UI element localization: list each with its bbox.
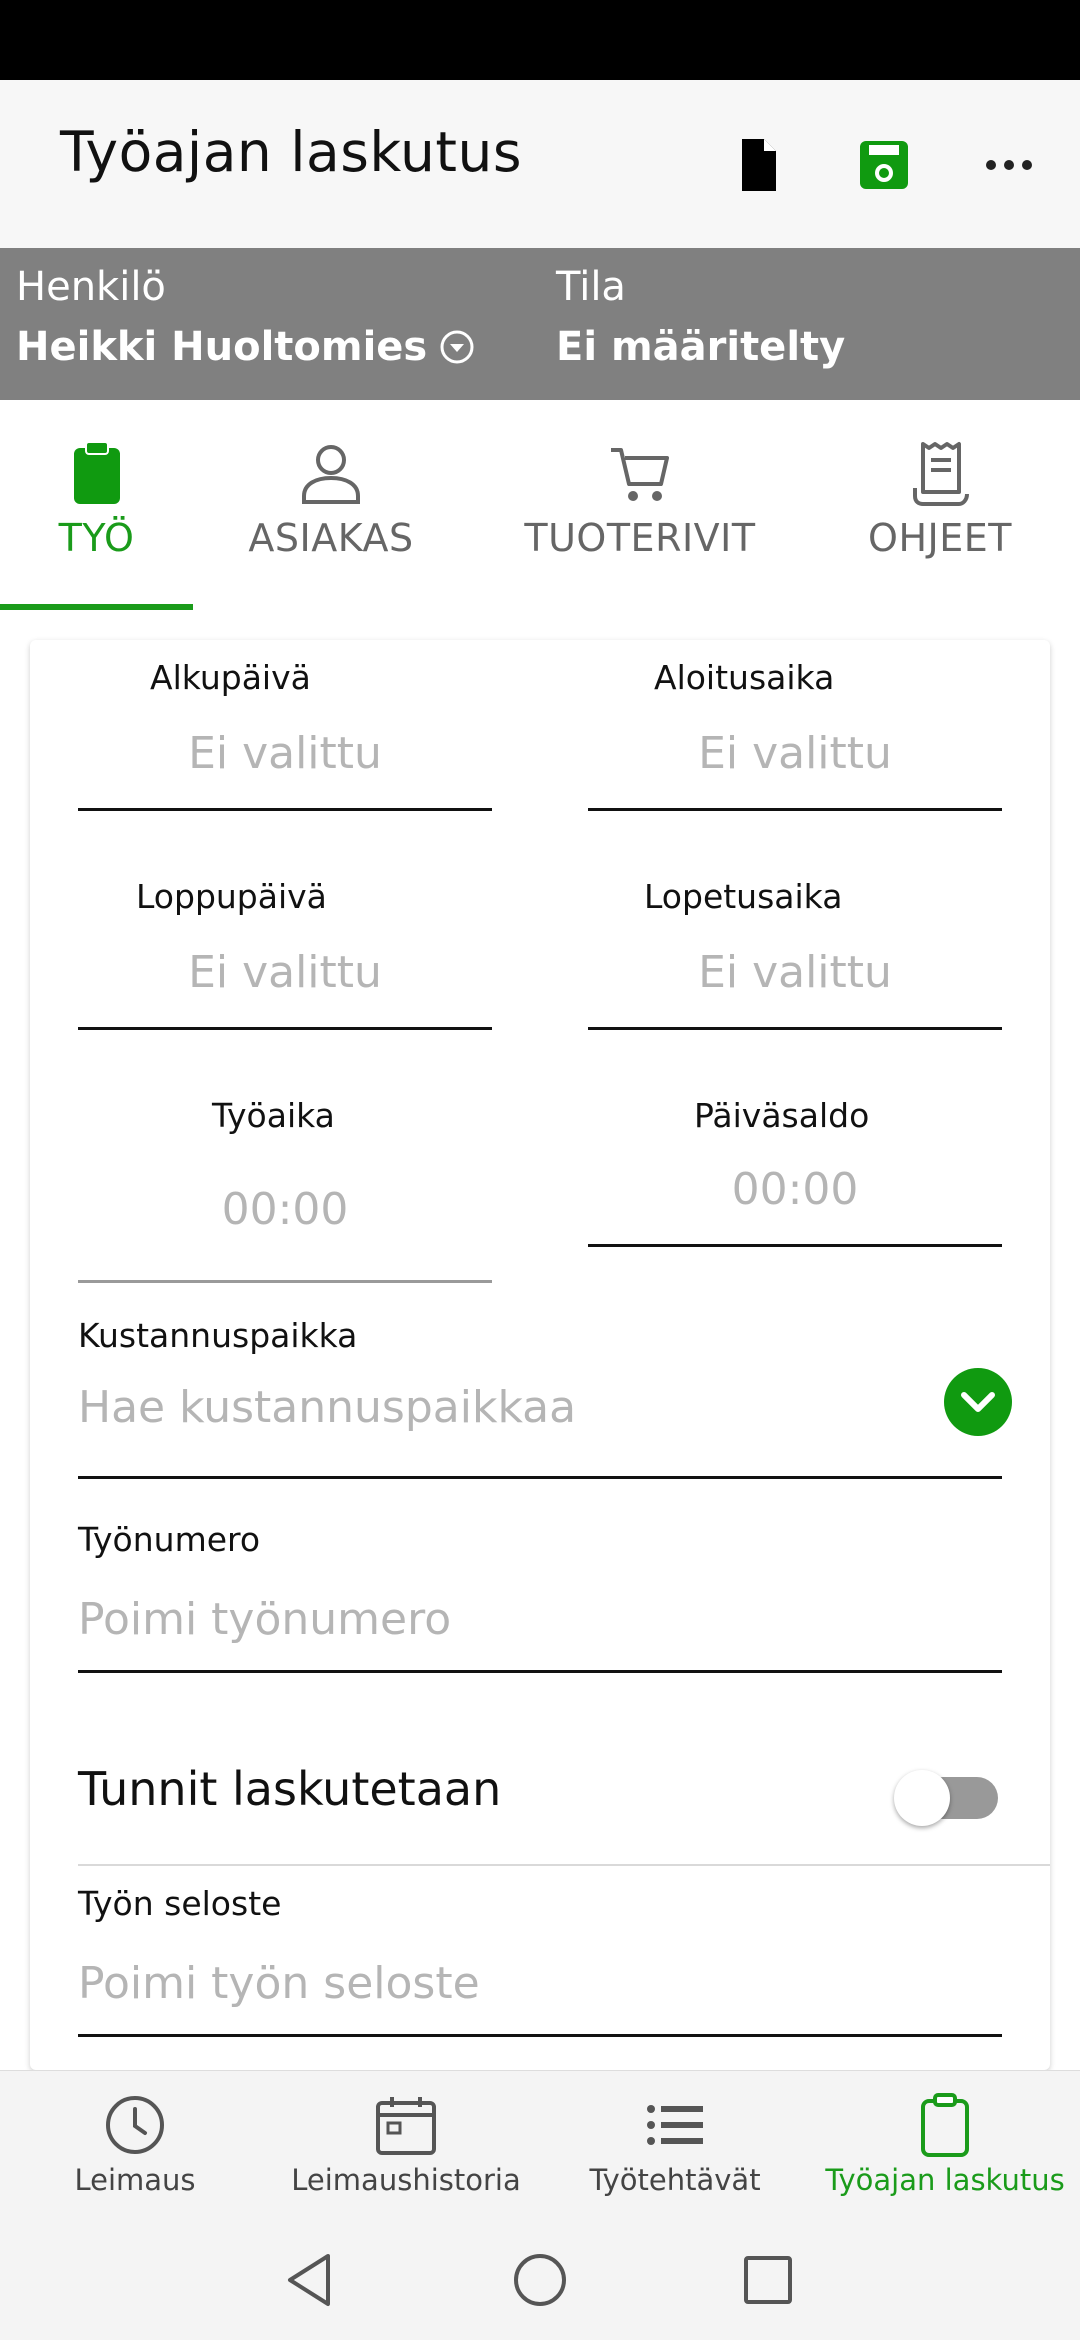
work-time-value: 00:00 bbox=[221, 1184, 349, 1235]
nav-leimaus[interactable]: Leimaus bbox=[60, 2071, 210, 2221]
day-balance-value: 00:00 bbox=[731, 1164, 859, 1215]
work-time-underline bbox=[78, 1280, 492, 1283]
end-date-label: Loppupäivä bbox=[136, 877, 327, 916]
description-underline bbox=[78, 2034, 1002, 2037]
list-icon bbox=[647, 2105, 703, 2145]
tab-label: TUOTERIVIT bbox=[524, 516, 756, 560]
cost-center-underline bbox=[78, 1476, 1002, 1479]
chevron-down-icon bbox=[440, 330, 474, 364]
person-icon bbox=[302, 445, 360, 504]
end-time-label: Lopetusaika bbox=[644, 877, 843, 916]
cost-center-label: Kustannuspaikka bbox=[78, 1316, 358, 1355]
tab-bar: TYÖ ASIAKAS TUOTERIVIT OHJEET bbox=[0, 400, 1080, 610]
work-number-label: Työnumero bbox=[78, 1520, 261, 1559]
tab-label: ASIAKAS bbox=[248, 516, 414, 560]
state-label: Tila bbox=[556, 264, 626, 310]
end-date-field[interactable]: Ei valittu bbox=[78, 947, 492, 998]
tab-tuoterivit[interactable]: TUOTERIVIT bbox=[520, 400, 760, 610]
status-bar bbox=[0, 0, 1080, 80]
work-number-input[interactable]: Poimi työnumero bbox=[78, 1594, 451, 1645]
start-date-field[interactable]: Ei valittu bbox=[78, 728, 492, 779]
billable-label: Tunnit laskutetaan bbox=[78, 1762, 502, 1816]
end-time-field[interactable]: Ei valittu bbox=[588, 947, 1002, 998]
person-label: Henkilö bbox=[16, 264, 166, 310]
back-icon[interactable] bbox=[278, 2248, 342, 2312]
more-icon[interactable] bbox=[979, 135, 1039, 195]
toggle-knob bbox=[894, 1770, 950, 1826]
nav-label: Leimaus bbox=[74, 2163, 196, 2197]
cart-icon bbox=[611, 448, 669, 501]
start-date-label: Alkupäivä bbox=[150, 658, 311, 697]
form-card: Alkupäivä Ei valittu Aloitusaika Ei vali… bbox=[30, 640, 1050, 2070]
tab-indicator bbox=[0, 604, 193, 610]
work-number-underline bbox=[78, 1670, 1002, 1673]
description-input[interactable]: Poimi työn seloste bbox=[78, 1958, 480, 2009]
cost-center-input[interactable]: Hae kustannuspaikkaa bbox=[78, 1382, 576, 1433]
page-title: Työajan laskutus bbox=[60, 120, 522, 184]
work-time-label: Työaika bbox=[212, 1096, 335, 1135]
receipt-icon bbox=[913, 442, 969, 506]
info-band: Henkilö Heikki Huoltomies Tila Ei määrit… bbox=[0, 248, 1080, 400]
system-nav-bar bbox=[0, 2220, 1080, 2340]
nav-leimaushistoria[interactable]: Leimaushistoria bbox=[291, 2071, 521, 2221]
bottom-nav: Leimaus Leimaushistoria Työtehtävät Työa… bbox=[0, 2070, 1080, 2220]
nav-label: Leimaushistoria bbox=[291, 2163, 521, 2197]
calendar-icon bbox=[376, 2097, 436, 2155]
end-time-underline bbox=[588, 1027, 1002, 1030]
document-icon[interactable] bbox=[728, 135, 788, 195]
nav-tyoajan-laskutus[interactable]: Työajan laskutus bbox=[825, 2071, 1065, 2221]
clipboard-icon bbox=[921, 2093, 969, 2157]
description-label: Työn seloste bbox=[78, 1884, 282, 1923]
cost-center-dropdown-button[interactable] bbox=[944, 1368, 1012, 1436]
clock-icon bbox=[106, 2096, 164, 2154]
tab-label: TYÖ bbox=[58, 516, 135, 560]
state-value: Ei määritelty bbox=[556, 324, 846, 370]
nav-label: Työajan laskutus bbox=[825, 2163, 1065, 2197]
person-selector[interactable]: Henkilö Heikki Huoltomies bbox=[16, 264, 475, 370]
day-balance-underline bbox=[588, 1244, 1002, 1247]
start-date-underline bbox=[78, 808, 492, 811]
start-time-label: Aloitusaika bbox=[654, 658, 835, 697]
chevron-down-icon bbox=[961, 1392, 995, 1412]
tab-ohjeet[interactable]: OHJEET bbox=[858, 400, 1022, 610]
home-icon[interactable] bbox=[508, 2248, 572, 2312]
state-info: Tila Ei määritelty bbox=[556, 264, 845, 370]
tab-label: OHJEET bbox=[868, 516, 1012, 560]
billable-toggle[interactable] bbox=[894, 1768, 1004, 1828]
clipboard-icon bbox=[73, 441, 120, 504]
day-balance-label: Päiväsaldo bbox=[694, 1096, 870, 1135]
recents-icon[interactable] bbox=[736, 2248, 800, 2312]
save-icon[interactable] bbox=[854, 135, 914, 195]
start-time-underline bbox=[588, 808, 1002, 811]
section-divider bbox=[78, 1864, 1050, 1866]
nav-tyotehtavat[interactable]: Työtehtävät bbox=[589, 2071, 761, 2221]
end-date-underline bbox=[78, 1027, 492, 1030]
person-value: Heikki Huoltomies bbox=[16, 324, 428, 370]
tab-tyo[interactable]: TYÖ bbox=[0, 400, 193, 610]
tab-asiakas[interactable]: ASIAKAS bbox=[236, 400, 426, 610]
start-time-field[interactable]: Ei valittu bbox=[588, 728, 1002, 779]
nav-label: Työtehtävät bbox=[589, 2163, 761, 2197]
app-bar: Työajan laskutus bbox=[0, 80, 1080, 248]
